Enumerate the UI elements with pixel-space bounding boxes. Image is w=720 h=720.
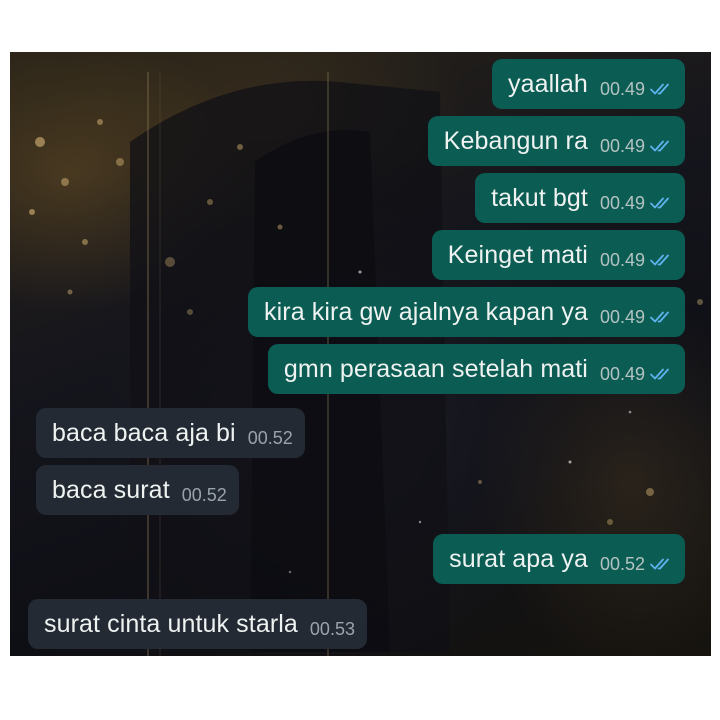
message-bubble-incoming[interactable]: baca surat 00.52: [36, 465, 239, 515]
message-time: 00.49: [599, 135, 645, 156]
message-time: 00.52: [181, 484, 227, 505]
message-text: takut bgt: [491, 183, 588, 212]
message-bubble-outgoing[interactable]: Kebangun ra 00.49: [427, 116, 685, 166]
message-bubble-incoming[interactable]: surat cinta untuk starla 00.53: [28, 599, 367, 649]
message-text: surat apa ya: [449, 544, 588, 573]
double-check-icon: [650, 311, 669, 323]
message-time: 00.52: [247, 427, 293, 448]
message-text: surat cinta untuk starla: [44, 609, 298, 638]
double-check-icon: [650, 83, 669, 95]
message-text: Kebangun ra: [443, 126, 588, 155]
message-bubble-outgoing[interactable]: gmn perasaan setelah mati 00.49: [267, 344, 685, 394]
double-check-icon: [650, 558, 669, 570]
message-text: baca surat: [52, 475, 170, 504]
double-check-icon: [650, 197, 669, 209]
double-check-icon: [650, 254, 669, 266]
message-bubble-incoming[interactable]: baca baca aja bi 00.52: [36, 408, 305, 458]
message-text: gmn perasaan setelah mati: [283, 354, 588, 383]
message-time: 00.49: [599, 306, 645, 327]
double-check-icon: [650, 368, 669, 380]
message-text: baca baca aja bi: [52, 418, 236, 447]
message-time: 00.53: [309, 618, 355, 639]
message-text: kira kira gw ajalnya kapan ya: [264, 297, 588, 326]
message-text: yaallah: [508, 69, 588, 98]
message-bubble-outgoing[interactable]: Keinget mati 00.49: [431, 230, 685, 280]
double-check-icon: [650, 140, 669, 152]
message-text: Keinget mati: [447, 240, 588, 269]
message-time: 00.49: [599, 78, 645, 99]
message-time: 00.49: [599, 192, 645, 213]
message-bubble-outgoing[interactable]: surat apa ya 00.52: [433, 534, 685, 584]
message-bubble-outgoing[interactable]: kira kira gw ajalnya kapan ya 00.49: [248, 287, 685, 337]
message-bubble-outgoing[interactable]: yaallah 00.49: [492, 59, 685, 109]
message-time: 00.49: [599, 249, 645, 270]
chat-screenshot: yaallah 00.49 Kebangun ra 00.49 takut bg…: [10, 52, 711, 656]
message-time: 00.49: [599, 363, 645, 384]
message-time: 00.52: [599, 553, 645, 574]
message-bubble-outgoing[interactable]: takut bgt 00.49: [475, 173, 685, 223]
